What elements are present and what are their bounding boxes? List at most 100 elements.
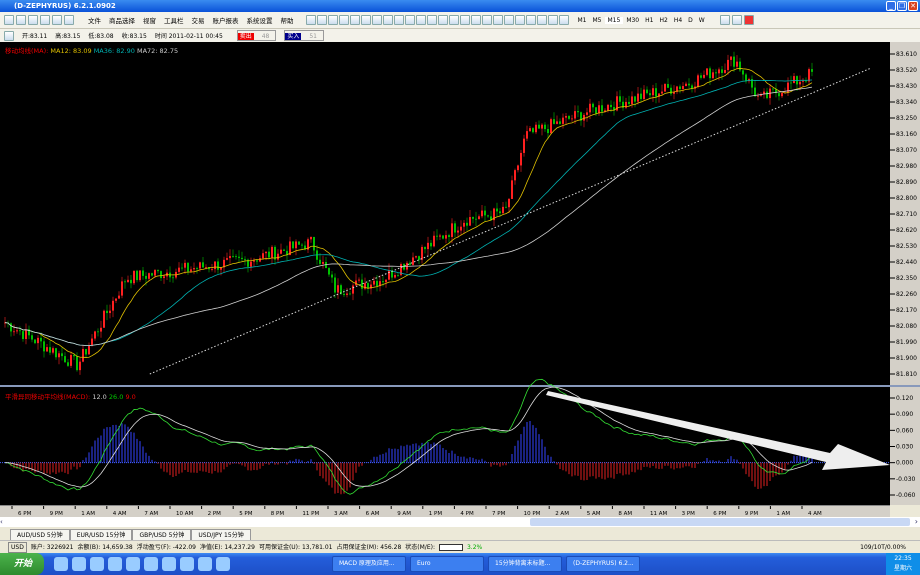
stop-icon[interactable]	[743, 15, 754, 25]
horizontal-scrollbar[interactable]: ‹ ›	[0, 517, 920, 527]
timeframe-M15[interactable]: M15	[604, 16, 624, 24]
chart-tool-icon[interactable]	[360, 15, 371, 25]
clock: 22:35	[894, 555, 912, 562]
candle	[40, 337, 42, 342]
menu-item[interactable]: 文件	[84, 15, 105, 25]
start-button[interactable]: 开始	[0, 553, 44, 575]
chart-tool-icon[interactable]	[404, 15, 415, 25]
chart-tool-icon[interactable]	[558, 15, 569, 25]
chart-tool-icon[interactable]	[316, 15, 327, 25]
chart-tool-icon[interactable]	[448, 15, 459, 25]
quick-launch-icon[interactable]	[126, 557, 140, 571]
user-icon[interactable]	[719, 15, 730, 25]
chart-tab[interactable]: AUD/USD 5分钟	[10, 529, 70, 540]
scroll-right-arrow[interactable]: ›	[915, 517, 918, 526]
close-button[interactable]: ✕	[908, 1, 918, 11]
y-tick-label: 82.260	[896, 291, 917, 298]
candle	[94, 331, 96, 339]
alert-icon[interactable]	[4, 15, 14, 25]
help-icon[interactable]	[731, 15, 742, 25]
chart-tool-icon[interactable]	[415, 15, 426, 25]
candle	[277, 253, 279, 260]
sell-button[interactable]: 卖出 48	[236, 30, 277, 41]
chart-tool-icon[interactable]	[459, 15, 470, 25]
chart-tool-icon[interactable]	[327, 15, 338, 25]
chart-tool-icon[interactable]	[393, 15, 404, 25]
timeframe-D[interactable]: D	[685, 17, 696, 24]
new-order-icon[interactable]	[16, 15, 26, 25]
taskbar-task[interactable]: MACD 原理及应用...	[332, 556, 406, 572]
taskbar-task[interactable]: 15分钟背离未标题...	[488, 556, 562, 572]
chart-tool-icon[interactable]	[503, 15, 514, 25]
chart-tool-icon[interactable]	[338, 15, 349, 25]
candle	[556, 121, 558, 124]
candle	[397, 274, 399, 276]
menu-item[interactable]: 商品选择	[105, 15, 139, 25]
print-icon[interactable]	[52, 15, 62, 25]
chart-tool-icon[interactable]	[525, 15, 536, 25]
chart-tool-icon[interactable]	[492, 15, 503, 25]
quick-launch-icon[interactable]	[90, 557, 104, 571]
quick-launch-icon[interactable]	[216, 557, 230, 571]
quick-launch-icon[interactable]	[180, 557, 194, 571]
quick-launch-icon[interactable]	[54, 557, 68, 571]
taskbar-task[interactable]: (D-ZEPHYRUS) 6.2...	[566, 556, 640, 572]
chart-tool-icon[interactable]	[426, 15, 437, 25]
timeframe-W[interactable]: W	[696, 17, 708, 24]
candle	[115, 298, 117, 301]
candle	[394, 274, 396, 278]
restore-button[interactable]: ❐	[897, 1, 907, 11]
timeframe-M30[interactable]: M30	[623, 17, 642, 24]
candle	[232, 256, 234, 257]
chart-tool-icon[interactable]	[536, 15, 547, 25]
menu-item[interactable]: 视窗	[139, 15, 160, 25]
timeframe-M1[interactable]: M1	[575, 17, 590, 24]
candle	[640, 93, 642, 99]
menu-item[interactable]: 交易	[188, 15, 209, 25]
chart-tool-icon[interactable]	[437, 15, 448, 25]
menu-item[interactable]: 工具栏	[160, 15, 188, 25]
menu-item[interactable]: 系统设置	[243, 15, 277, 25]
ma-legend: 移动均线(MA): MA12: 83.09 MA36: 82.90 MA72: …	[5, 47, 179, 55]
candle	[757, 95, 759, 97]
settings-icon[interactable]	[64, 15, 74, 25]
quick-launch-icon[interactable]	[144, 557, 158, 571]
quick-launch-icon[interactable]	[162, 557, 176, 571]
folder-icon[interactable]	[28, 15, 38, 25]
chart-tab[interactable]: EUR/USD 15分钟	[69, 529, 133, 540]
y-tick-label: 82.620	[896, 227, 917, 234]
timeframe-H2[interactable]: H2	[656, 17, 670, 24]
chart-tool-icon[interactable]	[349, 15, 360, 25]
taskbar: 开始 MACD 原理及应用... Euro 15分钟背离未标题... (D-ZEPHY…	[0, 553, 920, 575]
margin-level-bar	[438, 544, 463, 551]
chart-tool-icon[interactable]	[514, 15, 525, 25]
candle	[292, 241, 294, 249]
chart-tool-icon[interactable]	[470, 15, 481, 25]
candle	[43, 341, 45, 352]
chart-tab[interactable]: GBP/USD 5分钟	[132, 529, 192, 540]
timeframe-H1[interactable]: H1	[642, 17, 656, 24]
quick-launch-icon[interactable]	[198, 557, 212, 571]
menu-item[interactable]: 帮助	[277, 15, 298, 25]
candle	[652, 88, 654, 96]
timeframe-M5[interactable]: M5	[590, 17, 605, 24]
timeframe-H4[interactable]: H4	[671, 17, 685, 24]
minimize-button[interactable]: _	[886, 1, 896, 11]
chart-tool-icon[interactable]	[547, 15, 558, 25]
chart-tool-icon[interactable]	[371, 15, 382, 25]
quick-launch-icon[interactable]	[72, 557, 86, 571]
chart-tool-icon[interactable]	[305, 15, 316, 25]
margin-level: 3.2%	[466, 544, 483, 551]
menu-item[interactable]: 账户报表	[209, 15, 243, 25]
chart-tool-icon[interactable]	[481, 15, 492, 25]
chart-icon[interactable]	[40, 15, 50, 25]
price-chart[interactable]: 83.610 83.520 83.430 83.340 83.250 83.160 83.0…	[0, 42, 920, 505]
chart-tool-icon[interactable]	[382, 15, 393, 25]
quick-launch-icon[interactable]	[108, 557, 122, 571]
candle	[418, 256, 420, 260]
scroll-thumb[interactable]	[530, 518, 910, 526]
scroll-left-arrow[interactable]: ‹	[0, 518, 8, 526]
taskbar-task[interactable]: Euro	[410, 556, 484, 572]
chart-tab[interactable]: USD/JPY 15分钟	[191, 529, 251, 540]
buy-button[interactable]: 买入 51	[284, 30, 324, 41]
